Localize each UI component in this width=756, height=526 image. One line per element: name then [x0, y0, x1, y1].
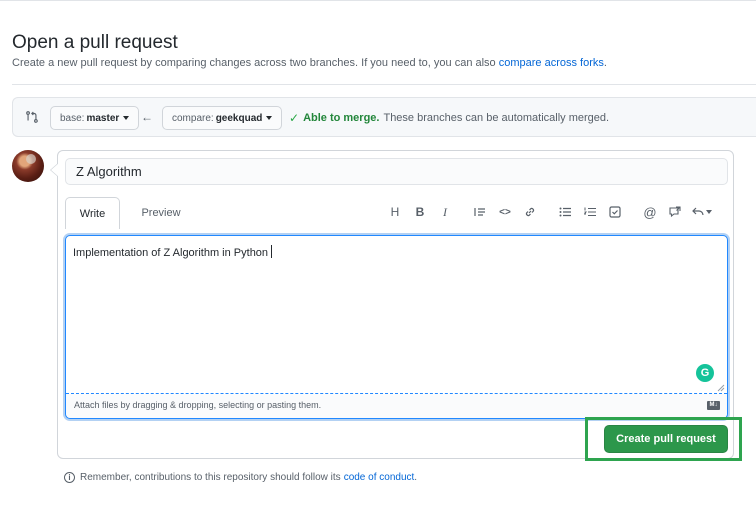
check-icon: ✓	[289, 111, 300, 125]
contribution-note: i Remember, contributions to this reposi…	[64, 472, 417, 483]
unordered-list-icon[interactable]	[554, 203, 576, 221]
task-list-icon[interactable]	[604, 203, 626, 221]
tab-preview[interactable]: Preview	[135, 197, 187, 229]
base-branch-value: master	[86, 112, 120, 124]
compose-box: Write Preview H B I <> @	[50, 150, 734, 459]
pr-body-textarea[interactable]: Implementation of Z Algorithm in Python …	[65, 235, 728, 419]
merge-status-desc: These branches can be automatically merg…	[383, 112, 610, 124]
arrow-left-icon: ←	[141, 110, 153, 124]
attach-files-bar[interactable]: Attach files by dragging & dropping, sel…	[66, 394, 727, 418]
page-title: Open a pull request	[12, 32, 178, 53]
pr-body-text: Implementation of Z Algorithm in Python	[73, 245, 273, 259]
compare-across-forks-link[interactable]: compare across forks	[499, 57, 604, 69]
caret-down-icon	[123, 116, 130, 120]
header-divider	[12, 84, 756, 85]
merge-status-label: Able to merge.	[303, 112, 380, 124]
pr-title-input[interactable]	[65, 158, 728, 185]
caret-down-icon	[706, 210, 712, 214]
contribution-note-text: Remember, contributions to this reposito…	[80, 472, 341, 483]
reply-icon[interactable]	[689, 203, 715, 221]
base-label: base:	[60, 112, 85, 124]
attach-files-hint: Attach files by dragging & dropping, sel…	[74, 400, 322, 410]
caret-down-icon	[266, 116, 273, 120]
base-branch-select[interactable]: base: master	[50, 106, 140, 130]
link-icon[interactable]	[519, 203, 541, 221]
merge-status: ✓ Able to merge. These branches can be a…	[289, 111, 609, 125]
mention-icon[interactable]: @	[639, 203, 661, 221]
compare-branch-value: geekquad	[215, 112, 263, 124]
reference-icon[interactable]	[664, 203, 686, 221]
subtitle-text: Create a new pull request by comparing c…	[12, 57, 496, 69]
ordered-list-icon[interactable]	[579, 203, 601, 221]
range-editor: base: master ← compare: geekquad ✓ Able …	[12, 97, 756, 137]
top-divider	[0, 0, 756, 1]
heading-icon[interactable]: H	[384, 203, 406, 221]
pr-body-value: Implementation of Z Algorithm in Python	[73, 247, 269, 259]
subtitle-end: .	[603, 57, 607, 69]
bold-icon[interactable]: B	[409, 203, 431, 221]
compare-branch-select[interactable]: compare: geekquad	[162, 106, 283, 130]
code-icon[interactable]: <>	[494, 203, 516, 221]
compare-label: compare:	[172, 112, 214, 124]
compare-icon	[26, 111, 38, 123]
info-icon: i	[64, 472, 75, 483]
page-subtitle: Create a new pull request by comparing c…	[12, 57, 607, 69]
markdown-icon[interactable]: M↓	[707, 401, 720, 410]
contribution-note-end: .	[414, 472, 418, 483]
italic-icon[interactable]: I	[434, 203, 456, 221]
markdown-toolbar: H B I <> @	[384, 202, 718, 222]
tab-write[interactable]: Write	[65, 197, 120, 229]
avatar	[12, 150, 44, 182]
code-of-conduct-link[interactable]: code of conduct	[344, 472, 415, 483]
resize-handle-icon[interactable]	[717, 384, 725, 392]
grammarly-icon[interactable]: G	[696, 364, 714, 382]
quote-icon[interactable]	[469, 203, 491, 221]
create-pull-request-button[interactable]: Create pull request	[604, 425, 728, 453]
text-cursor	[271, 245, 273, 258]
